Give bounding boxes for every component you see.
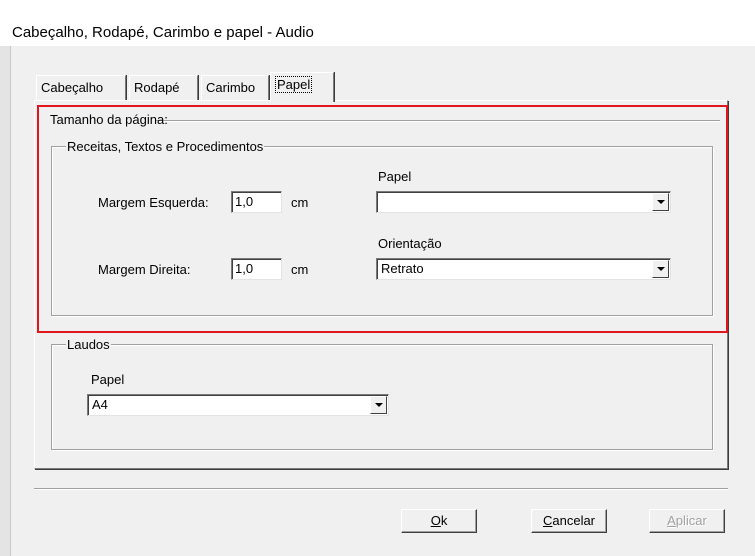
laudos-papel-label: Papel — [91, 372, 125, 387]
tab-cabecalho-label: Cabeçalho — [41, 80, 104, 95]
margem-esquerda-input[interactable]: 1,0 — [231, 191, 282, 213]
receitas-papel-select[interactable] — [376, 191, 671, 213]
tab-rodape[interactable]: Rodapé — [129, 75, 198, 101]
orientacao-label: Orientação — [378, 236, 442, 251]
dialog-window: Cabeçalho, Rodapé, Carimbo e papel - Aud… — [0, 0, 755, 556]
cancelar-mnemonic: C — [542, 513, 553, 528]
aplicar-mnemonic: A — [667, 513, 676, 528]
ok-label-rest: k — [440, 513, 448, 528]
apply-button[interactable]: Aplicar — [649, 509, 725, 533]
margem-direita-input[interactable]: 1,0 — [231, 258, 282, 280]
tab-cabecalho[interactable]: Cabeçalho — [36, 75, 126, 101]
receitas-papel-label: Papel — [378, 169, 412, 184]
chevron-down-icon[interactable] — [370, 396, 387, 414]
cancelar-label-rest: ancelar — [552, 513, 596, 528]
title-bar: Cabeçalho, Rodapé, Carimbo e papel - Aud… — [0, 0, 755, 46]
ok-mnemonic: O — [430, 513, 441, 528]
aplicar-label-rest: plicar — [675, 513, 707, 528]
chevron-down-icon[interactable] — [652, 260, 669, 278]
margem-esquerda-unit: cm — [291, 195, 309, 210]
left-frame-line — [10, 46, 11, 556]
cancel-button[interactable]: Cancelar — [531, 509, 607, 533]
tab-rodape-label: Rodapé — [134, 80, 180, 95]
orientacao-select[interactable]: Retrato — [376, 258, 671, 280]
tab-carimbo[interactable]: Carimbo — [201, 75, 269, 101]
tab-carimbo-label: Carimbo — [206, 80, 256, 95]
laudos-group-title: Laudos — [66, 337, 111, 352]
page-size-separator — [155, 120, 720, 122]
window-title: Cabeçalho, Rodapé, Carimbo e papel - Aud… — [12, 24, 314, 41]
laudos-papel-value: A4 — [92, 397, 108, 412]
ok-button[interactable]: Ok — [401, 509, 477, 533]
margem-esquerda-label: Margem Esquerda: — [98, 195, 209, 210]
tab-panel-papel: Tamanho da página: Receitas, Textos e Pr… — [34, 100, 728, 469]
chevron-down-icon[interactable] — [652, 193, 669, 211]
page-size-title: Tamanho da página: — [50, 112, 168, 127]
laudos-papel-select[interactable]: A4 — [87, 394, 389, 416]
orientacao-value: Retrato — [381, 261, 424, 276]
tab-papel[interactable]: Papel — [270, 72, 334, 102]
margem-direita-label: Margem Direita: — [98, 262, 191, 277]
receitas-group-title: Receitas, Textos e Procedimentos — [66, 139, 265, 154]
tab-papel-label: Papel — [275, 76, 313, 93]
bottom-separator — [34, 488, 728, 490]
margem-direita-unit: cm — [291, 262, 309, 277]
